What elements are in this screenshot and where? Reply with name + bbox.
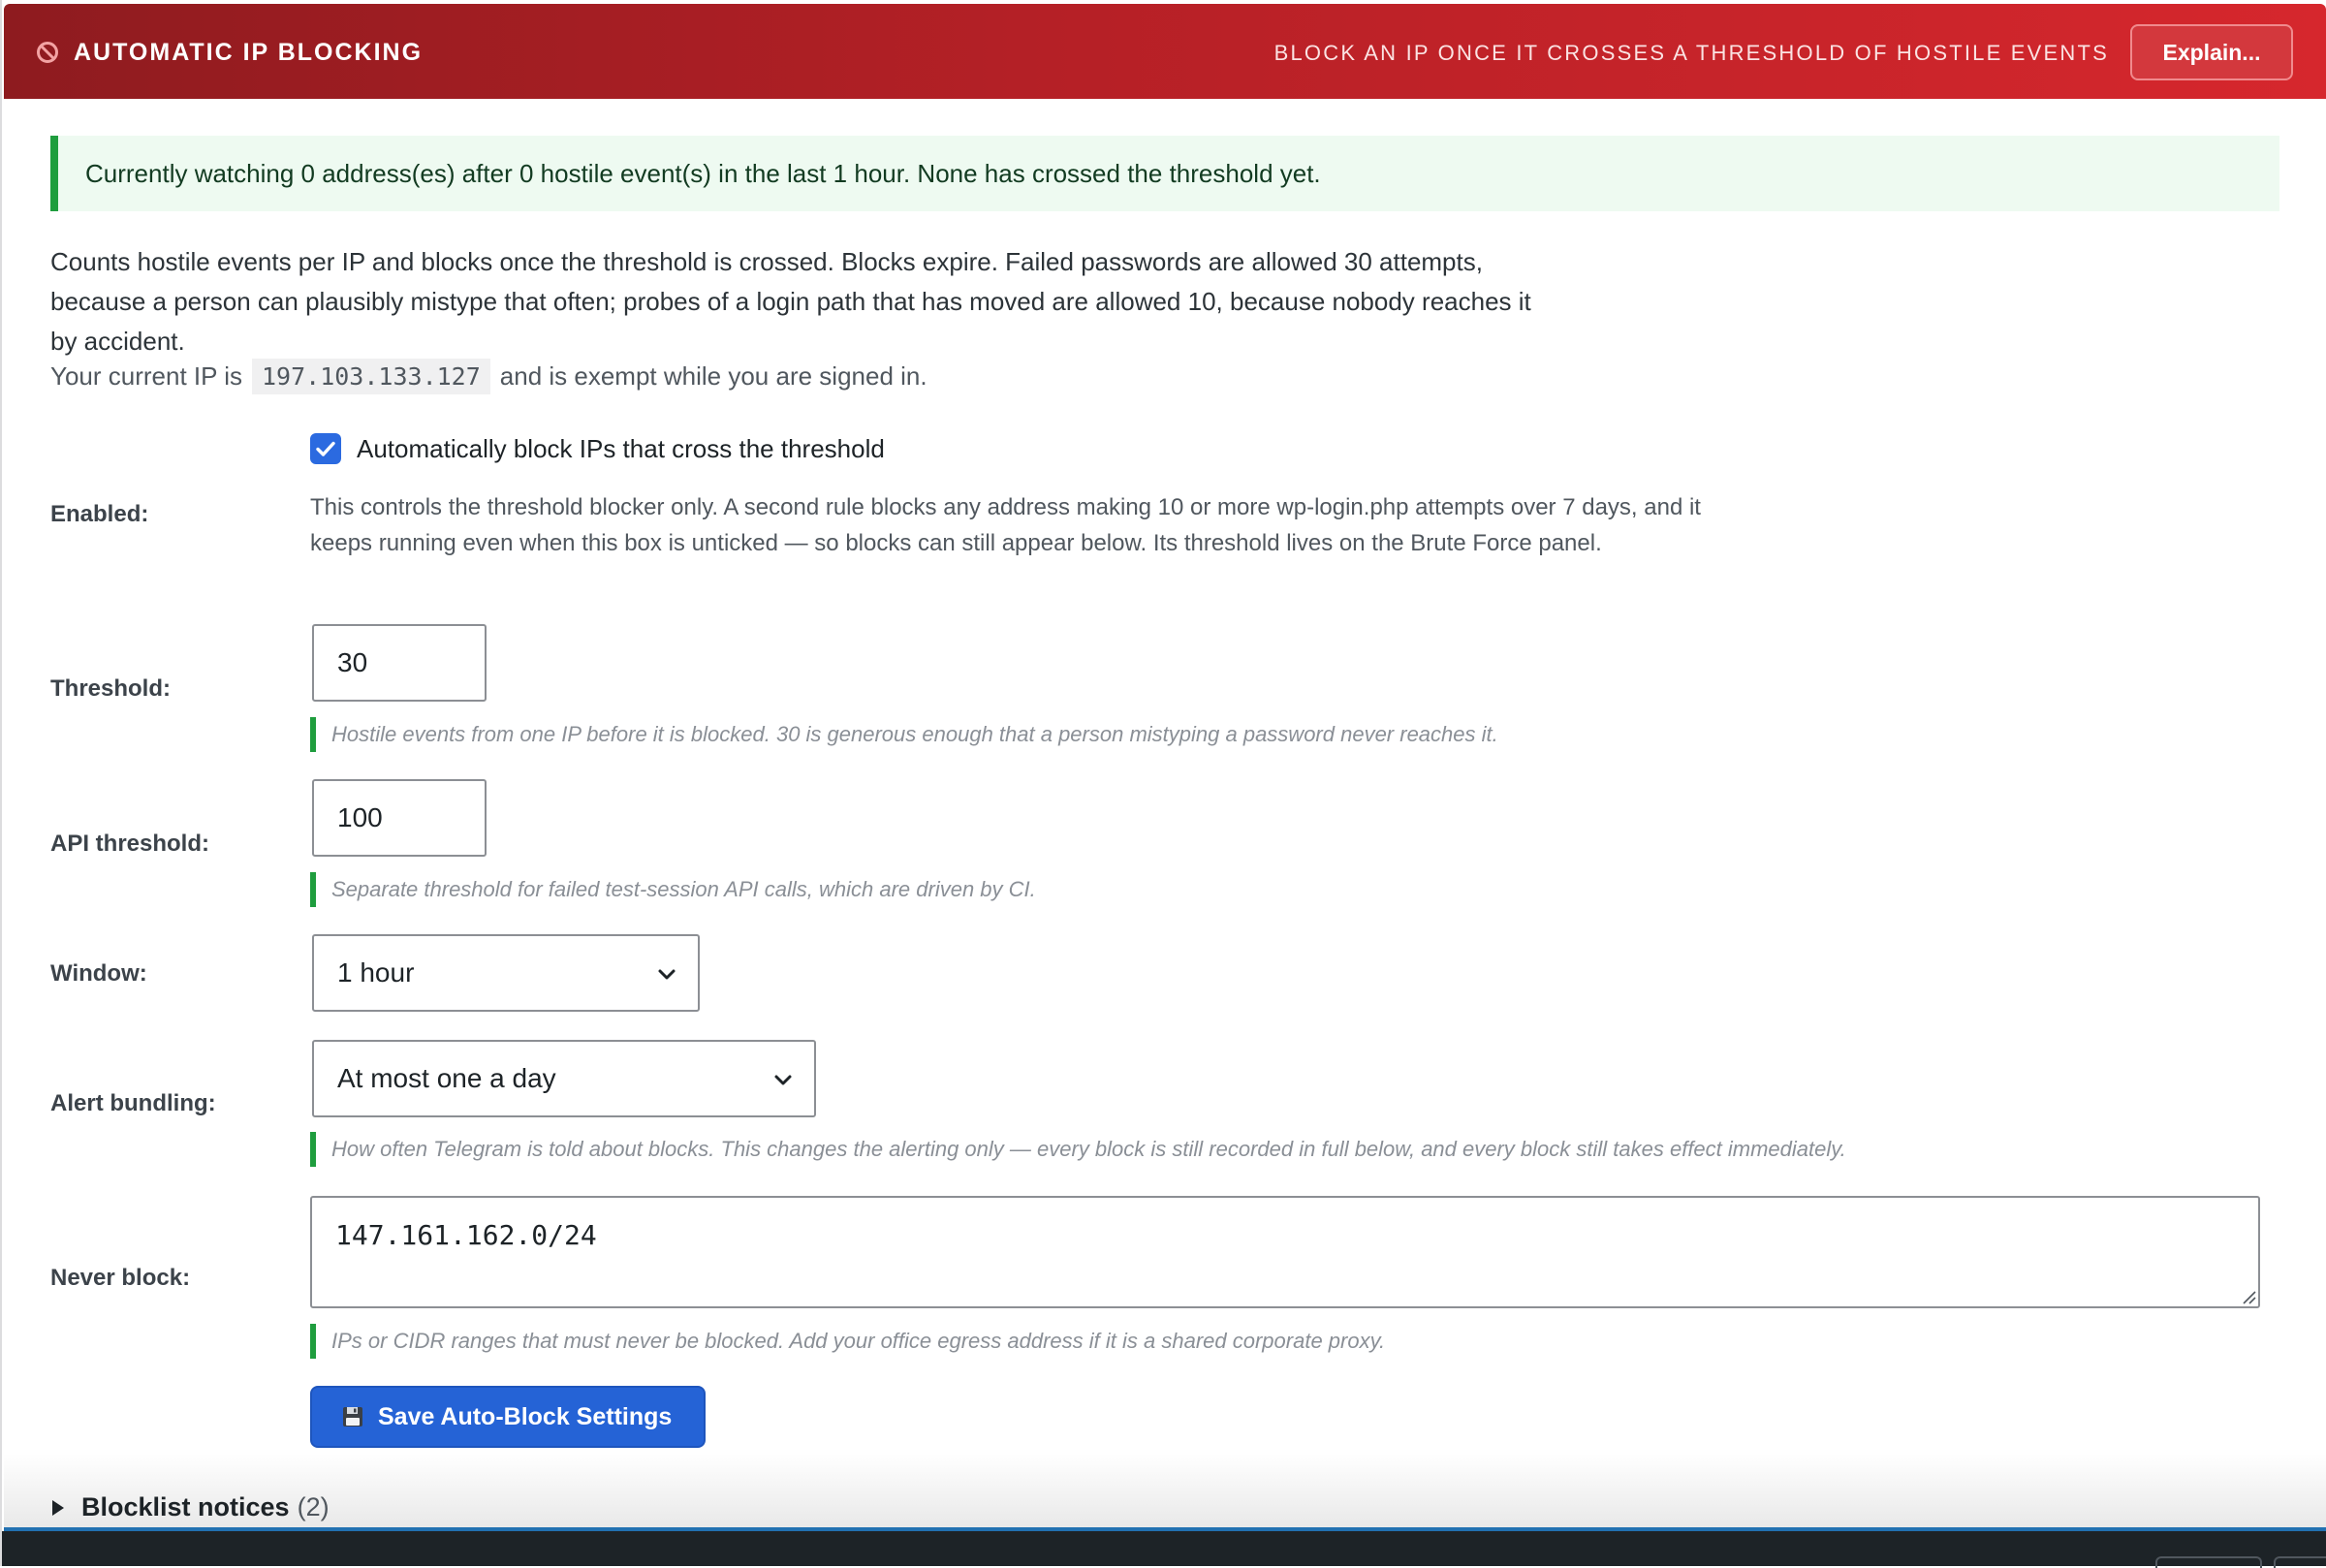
disclosure-triangle-icon — [52, 1499, 64, 1516]
panel-header: AUTOMATIC IP BLOCKING BLOCK AN IP ONCE I… — [4, 4, 2326, 99]
window-select-value: 1 hour — [337, 957, 415, 988]
toolbar-tab[interactable] — [2155, 1556, 2262, 1568]
alert-bundling-select-value: At most one a day — [337, 1063, 556, 1093]
enabled-checkbox[interactable] — [310, 433, 341, 464]
window-label: Window: — [50, 960, 147, 987]
enabled-description: This controls the threshold blocker only… — [310, 494, 1701, 556]
floppy-disk-icon — [343, 1407, 362, 1427]
window-select[interactable]: 1 hour — [312, 934, 700, 1012]
never-block-textarea[interactable]: 147.161.162.0/24 — [310, 1196, 2260, 1308]
status-notice: Currently watching 0 address(es) after 0… — [50, 136, 2279, 211]
resize-grip-icon[interactable] — [2241, 1289, 2256, 1304]
threshold-input-value: 30 — [337, 647, 368, 677]
enabled-label: Enabled: — [50, 501, 149, 527]
panel-title: AUTOMATIC IP BLOCKING — [74, 39, 424, 66]
never-block-label: Never block: — [50, 1265, 191, 1291]
current-ip-line: Your current IP is 197.103.133.127 and i… — [50, 359, 927, 394]
api-threshold-hint: Separate threshold for failed test-sessi… — [310, 872, 1036, 907]
panel-tagline: BLOCK AN IP ONCE IT CROSSES A THRESHOLD … — [1273, 41, 2109, 65]
never-block-hint-text: IPs or CIDR ranges that must never be bl… — [331, 1329, 1386, 1353]
api-threshold-label: API threshold: — [50, 831, 210, 857]
threshold-input[interactable]: 30 — [312, 624, 487, 702]
blocklist-notices-toggle[interactable]: Blocklist notices (2) — [50, 1492, 330, 1522]
chevron-down-icon — [774, 1075, 792, 1085]
alert-bundling-hint: How often Telegram is told about blocks.… — [310, 1132, 1846, 1167]
blocklist-notices-count: (2) — [297, 1492, 330, 1521]
auto-block-panel: AUTOMATIC IP BLOCKING BLOCK AN IP ONCE I… — [0, 0, 2326, 1568]
status-notice-text: Currently watching 0 address(es) after 0… — [85, 158, 1321, 188]
alert-bundling-hint-text: How often Telegram is told about blocks.… — [331, 1137, 1846, 1161]
current-ip-prefix: Your current IP is — [50, 361, 242, 391]
enabled-checkbox-label[interactable]: Automatically block IPs that cross the t… — [357, 434, 885, 464]
toolbar-tab[interactable] — [2274, 1556, 2326, 1568]
chevron-down-icon — [658, 969, 676, 980]
explain-button[interactable]: Explain... — [2130, 24, 2293, 80]
threshold-hint-text: Hostile events from one IP before it is … — [331, 722, 1498, 746]
api-threshold-input-value: 100 — [337, 802, 383, 832]
never-block-value: 147.161.162.0/24 — [335, 1219, 597, 1251]
checkmark-icon — [316, 441, 335, 456]
block-icon — [37, 42, 58, 63]
blocklist-notices-label: Blocklist notices — [81, 1492, 290, 1521]
current-ip-suffix: and is exempt while you are signed in. — [499, 361, 927, 391]
threshold-label: Threshold: — [50, 675, 171, 702]
save-auto-block-button-label: Save Auto-Block Settings — [378, 1402, 673, 1430]
intro-text: Counts hostile events per IP and blocks … — [50, 247, 1531, 356]
never-block-hint: IPs or CIDR ranges that must never be bl… — [310, 1324, 1385, 1359]
threshold-hint: Hostile events from one IP before it is … — [310, 717, 1498, 752]
scroll-fade — [4, 1454, 2326, 1529]
api-threshold-hint-text: Separate threshold for failed test-sessi… — [331, 877, 1036, 901]
alert-bundling-label: Alert bundling: — [50, 1090, 216, 1116]
current-ip-value: 197.103.133.127 — [252, 359, 490, 394]
bottom-toolbar — [2, 1531, 2326, 1568]
api-threshold-input[interactable]: 100 — [312, 779, 487, 857]
save-auto-block-button[interactable]: Save Auto-Block Settings — [310, 1386, 706, 1448]
alert-bundling-select[interactable]: At most one a day — [312, 1040, 816, 1117]
